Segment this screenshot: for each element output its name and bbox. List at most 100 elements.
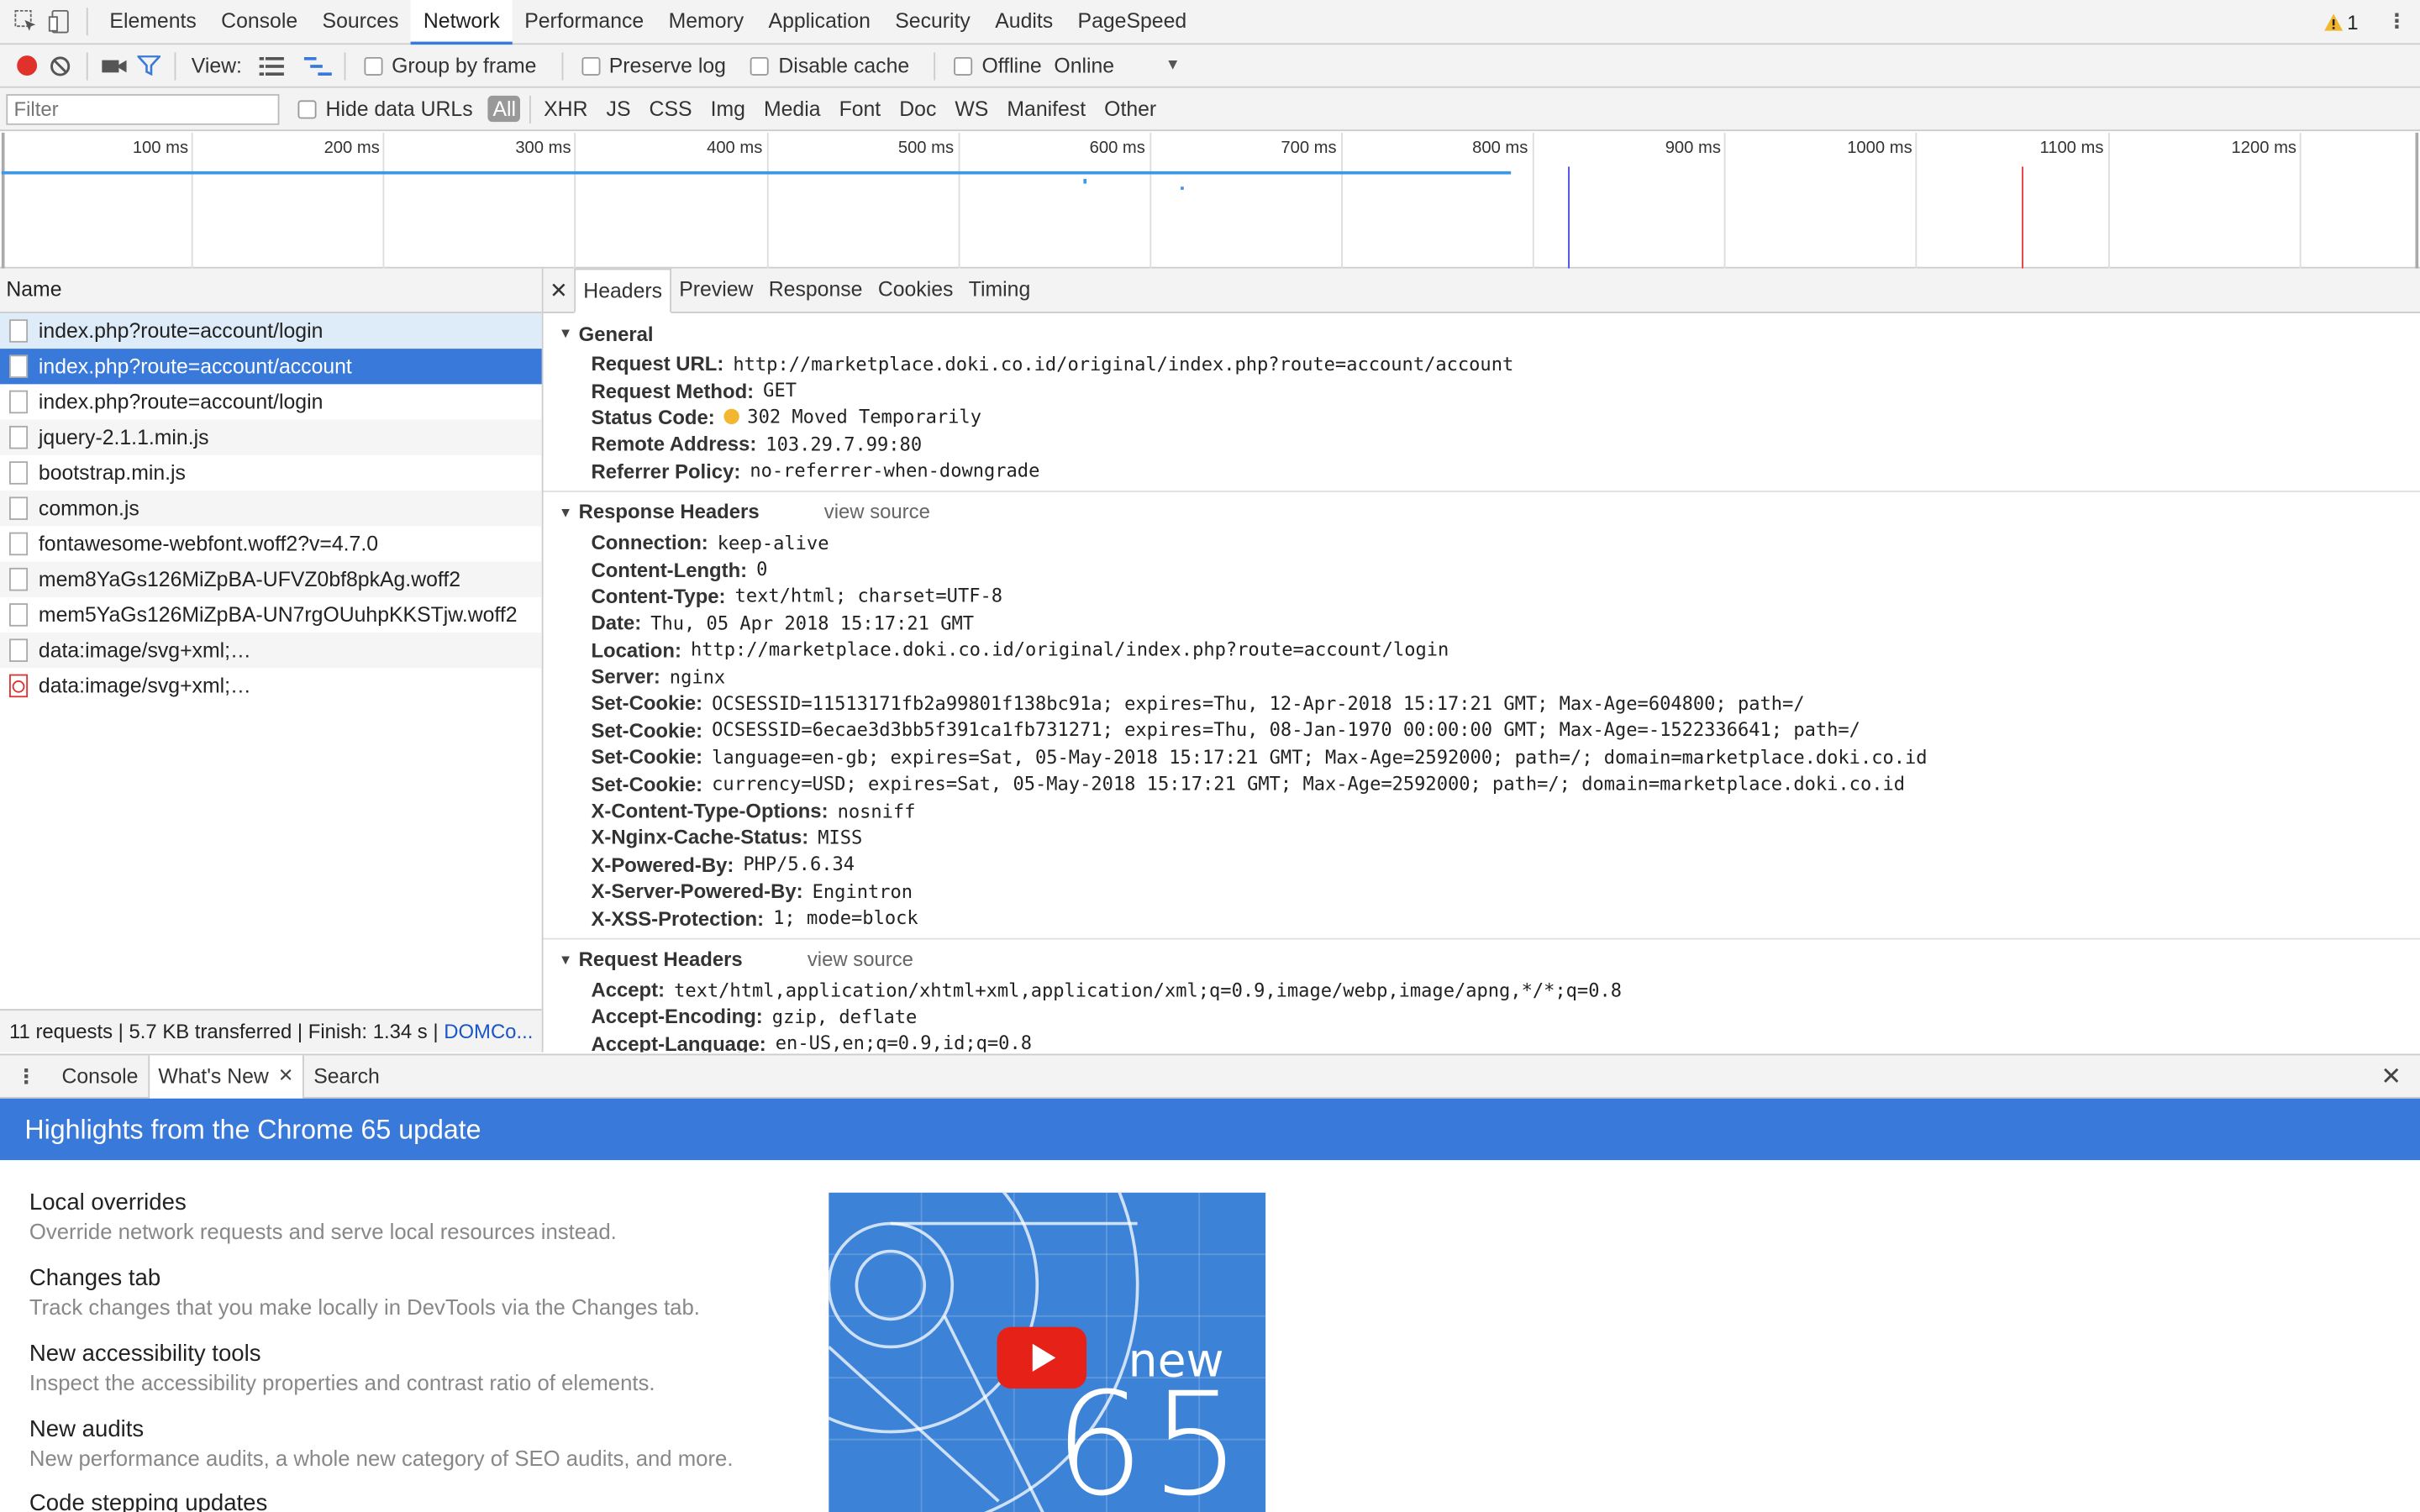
tab-elements[interactable]: Elements — [97, 0, 209, 44]
tab-cookies[interactable]: Cookies — [871, 269, 961, 312]
tab-pagespeed[interactable]: PageSpeed — [1065, 0, 1199, 44]
filter-type-font[interactable]: Font — [830, 97, 891, 121]
timeline-gridline — [766, 132, 769, 269]
request-row[interactable]: mem5YaGs126MiZpBA-UN7rgOUuhpKKSTjw.woff2 — [0, 597, 542, 633]
preserve-log-checkbox[interactable] — [581, 56, 600, 76]
expand-triangle-icon: ▼ — [558, 325, 573, 341]
header-key: Accept-Encoding: — [591, 1005, 763, 1028]
drawer-menu-icon[interactable]: ⋮ — [0, 1063, 52, 1088]
tab-sources[interactable]: Sources — [310, 0, 411, 44]
request-row[interactable]: mem8YaGs126MiZpBA-UFVZ0bf8pkAg.woff2 — [0, 561, 542, 597]
tab-network[interactable]: Network — [411, 0, 513, 45]
filter-type-js[interactable]: JS — [597, 97, 640, 121]
request-row[interactable]: data:image/svg+xml;… — [0, 633, 542, 669]
timeline-right-handle[interactable] — [2415, 132, 2419, 269]
inspect-element-icon[interactable] — [9, 0, 43, 44]
header-row: Request URL: http://marketplace.doki.co.i… — [544, 350, 2420, 377]
timeline-tick-label: 300 ms — [515, 139, 571, 158]
tab-preview[interactable]: Preview — [671, 269, 761, 312]
name-column-header[interactable]: Name — [0, 268, 542, 313]
filter-icon — [136, 55, 160, 76]
timeline-tick-label: 600 ms — [1089, 139, 1145, 158]
tab-application[interactable]: Application — [756, 0, 883, 44]
tab-response[interactable]: Response — [761, 269, 871, 312]
filter-type-img[interactable]: Img — [702, 97, 755, 121]
request-name: mem5YaGs126MiZpBA-UN7rgOUuhpKKSTjw.woff2 — [38, 603, 518, 627]
request-row[interactable]: bootstrap.min.js — [0, 455, 542, 491]
divider — [529, 94, 532, 123]
whats-new-item[interactable]: New accessibility tools Inspect the acce… — [29, 1341, 655, 1394]
clear-button[interactable] — [43, 43, 76, 87]
overview-button[interactable] — [301, 43, 334, 87]
request-row[interactable]: data:image/svg+xml;… — [0, 668, 542, 703]
offline-checkbox[interactable] — [954, 56, 973, 76]
device-toolbar-icon[interactable] — [43, 0, 76, 44]
general-section-header[interactable]: ▼ General — [544, 317, 2420, 350]
close-drawer-icon[interactable]: ✕ — [2381, 1061, 2402, 1092]
drawer-tab-label: What's New — [158, 1064, 269, 1088]
capture-screenshots-button[interactable] — [97, 43, 131, 87]
request-row[interactable]: index.php?route=account/account — [0, 349, 542, 385]
request-row[interactable]: jquery-2.1.1.min.js — [0, 419, 542, 455]
whats-new-item[interactable]: New audits New performance audits, a who… — [29, 1416, 734, 1470]
view-source-link[interactable]: view source — [824, 501, 930, 524]
request-headers-section-header[interactable]: ▼ Request Headers view source — [544, 942, 2420, 976]
chrome-65-video-thumbnail[interactable]: new 65 — [829, 1192, 1266, 1512]
request-row[interactable]: index.php?route=account/login — [0, 312, 542, 349]
tab-audits[interactable]: Audits — [983, 0, 1065, 44]
timeline-tick-label: 700 ms — [1281, 139, 1337, 158]
filter-type-ws[interactable]: WS — [945, 97, 997, 121]
document-icon — [9, 354, 29, 378]
hide-data-urls-label: Hide data URLs — [325, 97, 473, 121]
section-title: Response Headers — [578, 500, 760, 524]
filter-type-css[interactable]: CSS — [640, 97, 702, 121]
hide-data-urls-checkbox[interactable] — [297, 99, 317, 118]
timeline-request-bar — [1181, 186, 1184, 190]
header-value: text/html; charset=UTF-8 — [734, 585, 1003, 607]
filter-type-media[interactable]: Media — [755, 97, 830, 121]
filter-type-all[interactable]: All — [487, 95, 521, 123]
header-row: Content-Length: 0 — [544, 556, 2420, 583]
throttling-select[interactable]: Online ▼ — [1054, 54, 1180, 77]
tab-memory[interactable]: Memory — [656, 0, 756, 44]
whats-new-item[interactable]: Local overrides Override network request… — [29, 1189, 617, 1243]
whats-new-item[interactable]: Code stepping updates — [29, 1490, 267, 1512]
record-button[interactable] — [9, 49, 43, 82]
response-headers-section-header[interactable]: ▼ Response Headers view source — [544, 496, 2420, 529]
tab-performance[interactable]: Performance — [513, 0, 656, 44]
large-rows-button[interactable] — [255, 43, 288, 87]
filter-toggle-button[interactable] — [131, 43, 165, 87]
more-options-icon[interactable]: ⋮ — [2380, 0, 2413, 44]
close-tab-icon[interactable]: ✕ — [278, 1055, 293, 1097]
request-name: bootstrap.min.js — [38, 461, 186, 485]
drawer-tab-search[interactable]: Search — [304, 1054, 389, 1097]
load-event-marker — [2022, 166, 2023, 269]
filter-type-other[interactable]: Other — [1095, 97, 1165, 121]
header-key: Set-Cookie: — [591, 772, 703, 796]
group-by-frame-checkbox[interactable] — [364, 56, 383, 76]
request-row[interactable]: index.php?route=account/login — [0, 384, 542, 419]
request-row[interactable]: common.js — [0, 491, 542, 527]
drawer-tab-console[interactable]: Console — [52, 1054, 147, 1097]
header-value: OCSESSID=6ecae3d3bb5f391ca1fb731271; exp… — [712, 719, 1860, 742]
domcontentloaded-link[interactable]: DOMCo... — [444, 1020, 533, 1043]
warnings-counter[interactable]: 1 — [2323, 10, 2359, 33]
close-detail-button[interactable]: ✕ — [544, 277, 575, 303]
filter-type-manifest[interactable]: Manifest — [997, 97, 1095, 121]
timeline-overview[interactable]: 100 ms 200 ms 300 ms 400 ms 500 ms 600 m… — [0, 132, 2420, 269]
request-name: data:image/svg+xml;… — [38, 638, 251, 662]
drawer-tab-whats-new[interactable]: What's New ✕ — [147, 1054, 305, 1098]
tab-timing[interactable]: Timing — [961, 269, 1039, 312]
timeline-left-handle[interactable] — [1, 132, 5, 269]
view-source-link[interactable]: view source — [808, 948, 913, 971]
tab-security[interactable]: Security — [883, 0, 983, 44]
request-row[interactable]: fontawesome-webfont.woff2?v=4.7.0 — [0, 526, 542, 561]
tab-headers[interactable]: Headers — [574, 268, 672, 312]
filter-type-xhr[interactable]: XHR — [534, 97, 597, 121]
whats-new-item[interactable]: Changes tab Track changes that you make … — [29, 1265, 700, 1319]
tab-console[interactable]: Console — [208, 0, 309, 44]
header-row: Set-Cookie: language=en-gb; expires=Sat, … — [544, 743, 2420, 770]
disable-cache-checkbox[interactable] — [750, 56, 770, 76]
filter-type-doc[interactable]: Doc — [890, 97, 945, 121]
filter-input[interactable] — [6, 93, 280, 124]
